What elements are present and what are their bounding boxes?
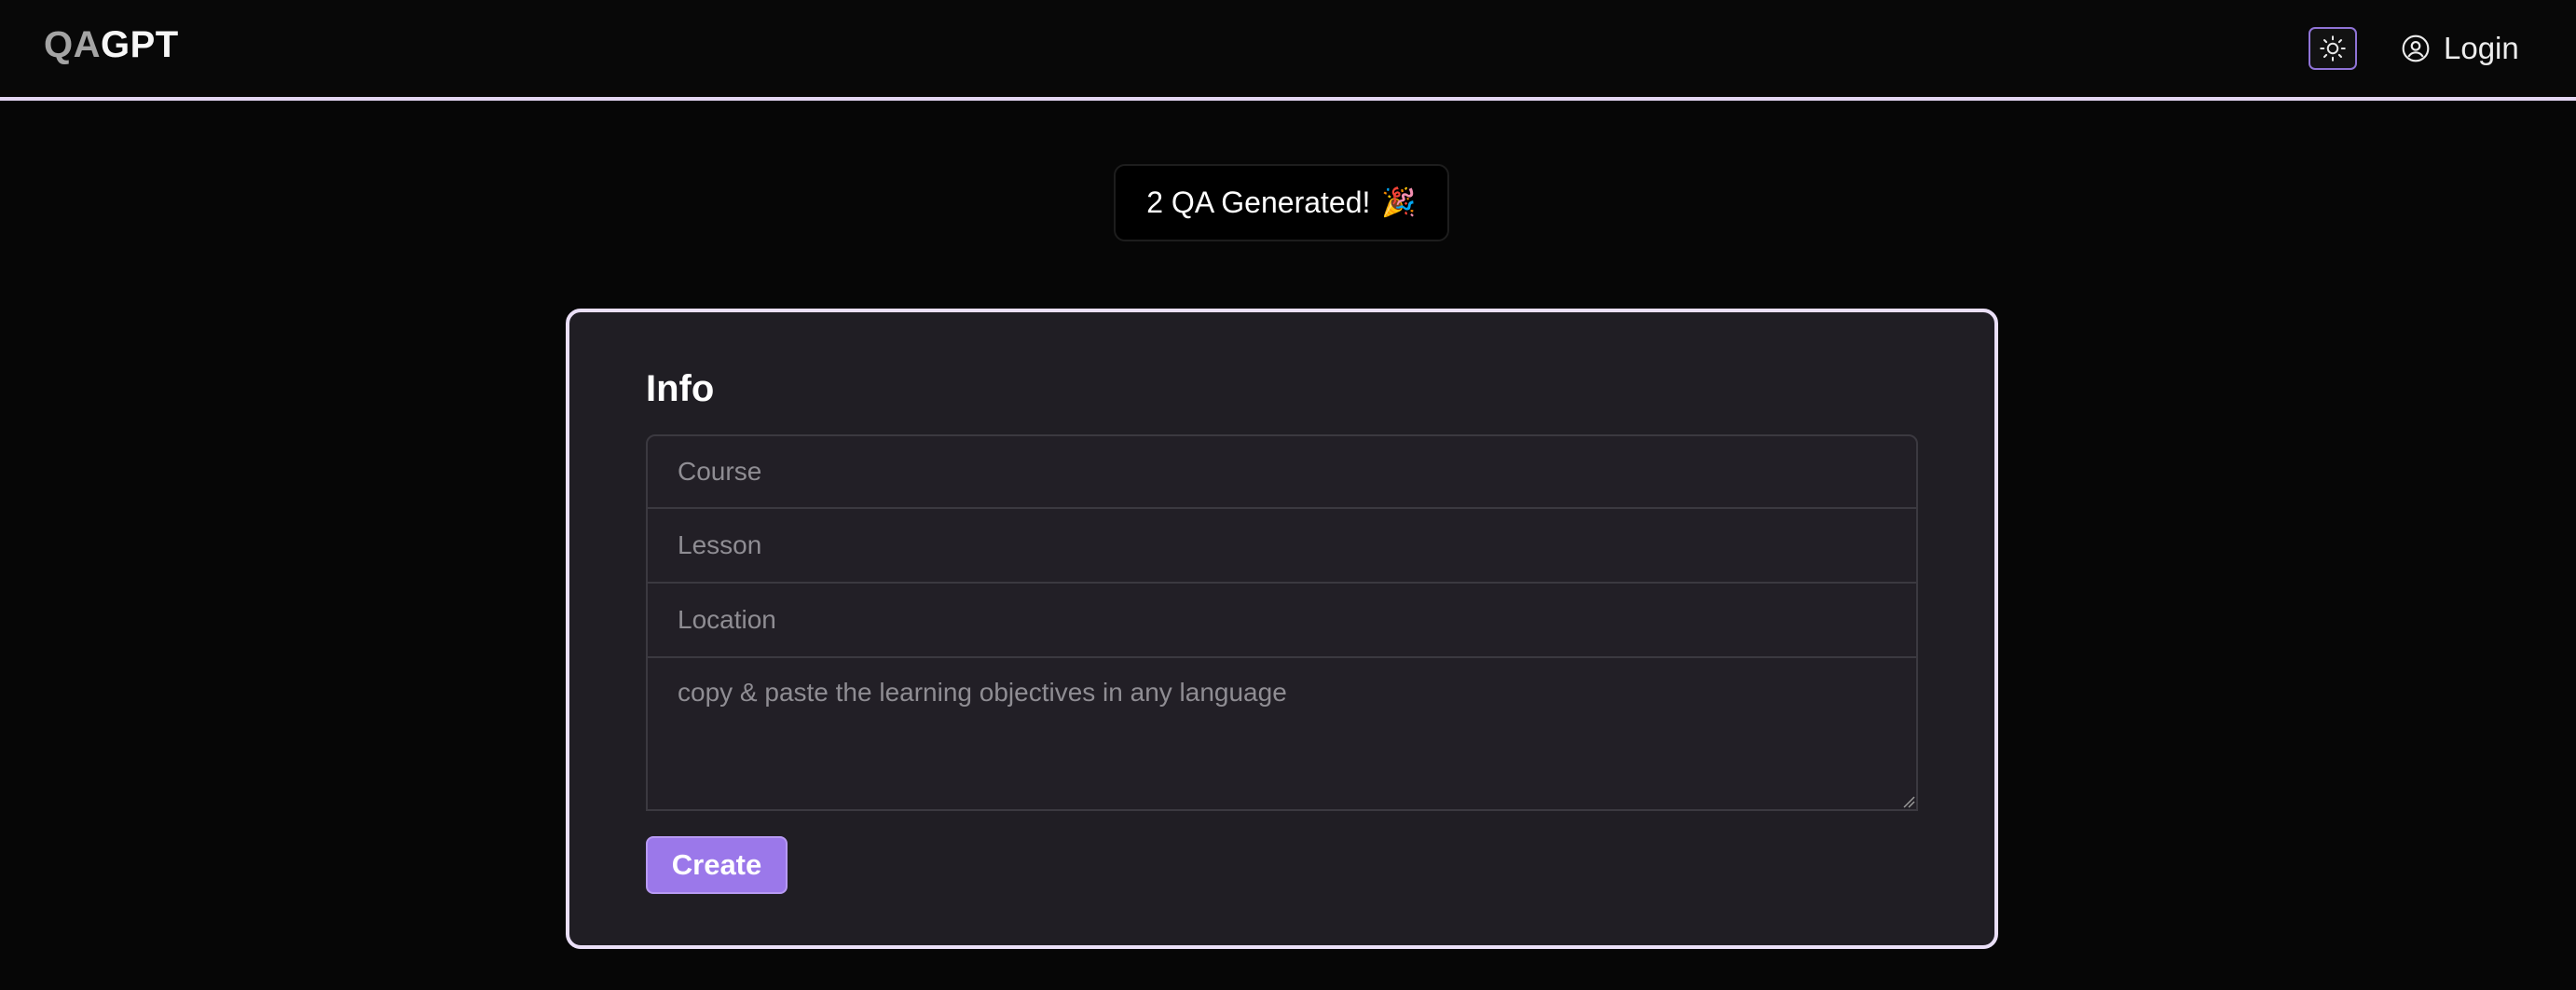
party-popper-icon: 🎉 [1381, 187, 1417, 218]
logo-qa-text: QA [44, 24, 101, 65]
theme-toggle-button[interactable] [2309, 27, 2357, 70]
lesson-input[interactable] [646, 509, 1918, 584]
success-toast: 2 QA Generated! 🎉 [1114, 164, 1449, 241]
learning-objectives-textarea[interactable] [646, 658, 1918, 811]
sun-icon [2320, 35, 2346, 62]
login-button[interactable]: Login [2401, 27, 2519, 70]
form-title: Info [646, 368, 715, 409]
info-form-card: Info Create [566, 309, 1998, 949]
top-navbar: QAGPT Login [0, 0, 2576, 101]
resize-handle-icon[interactable] [1902, 795, 1915, 808]
toast-message: 2 QA Generated! [1146, 186, 1371, 219]
user-circle-icon [2402, 34, 2430, 62]
login-label: Login [2444, 31, 2519, 65]
location-input[interactable] [646, 584, 1918, 658]
app-logo[interactable]: QAGPT [44, 24, 179, 66]
course-input[interactable] [646, 434, 1918, 509]
create-button[interactable]: Create [646, 836, 788, 894]
logo-gpt-text: GPT [101, 24, 179, 65]
